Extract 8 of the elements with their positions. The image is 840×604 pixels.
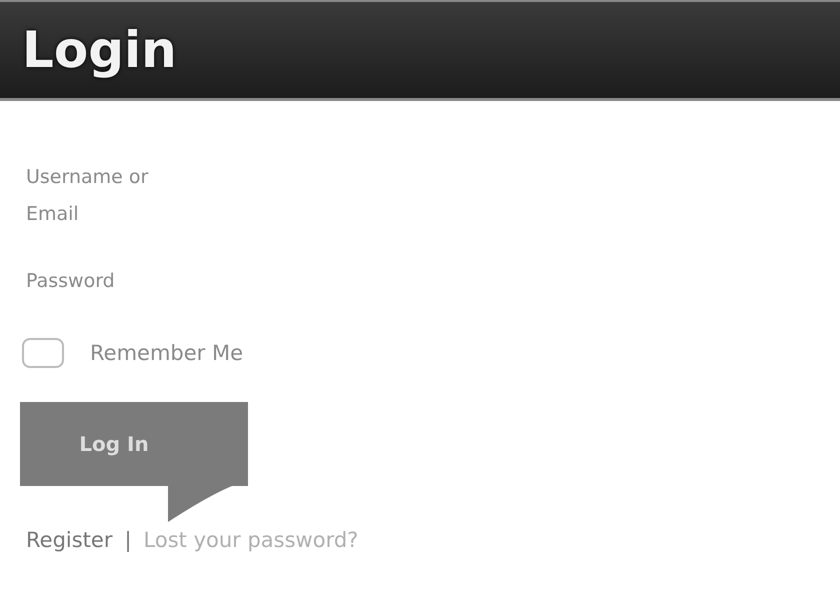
remember-label: Remember Me bbox=[90, 341, 243, 365]
register-link[interactable]: Register bbox=[26, 528, 112, 552]
separator: | bbox=[124, 528, 132, 552]
username-label: Username or Email bbox=[26, 165, 150, 227]
remember-checkbox[interactable] bbox=[22, 338, 64, 368]
page-title: Login bbox=[22, 21, 177, 79]
lost-password-link[interactable]: Lost your password? bbox=[144, 528, 358, 552]
password-label: Password bbox=[26, 269, 116, 294]
